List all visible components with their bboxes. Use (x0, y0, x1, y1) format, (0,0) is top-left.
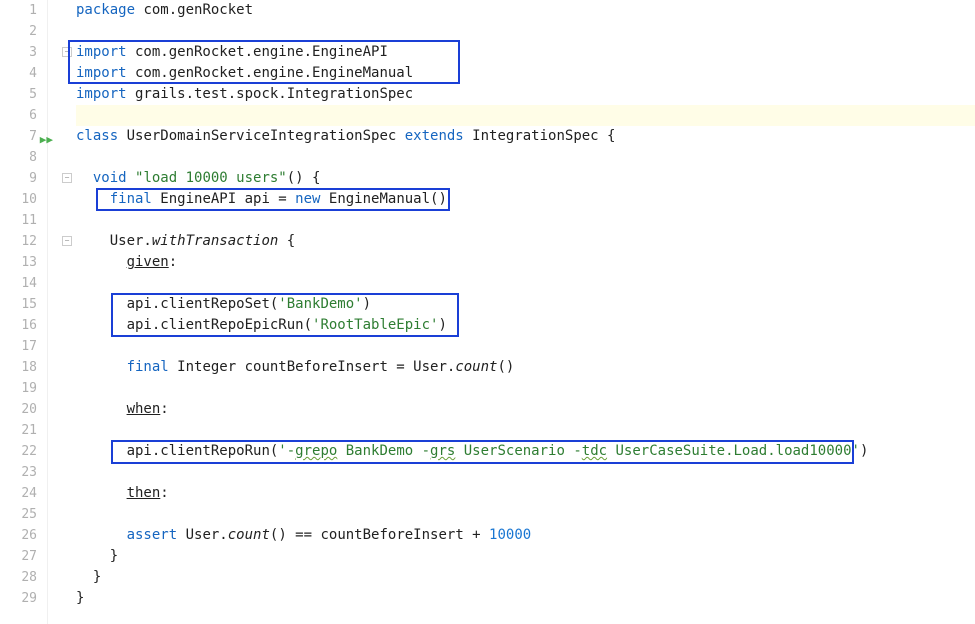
code-line[interactable]: final EngineAPI api = new EngineManual() (76, 189, 975, 210)
line-number: 9 (0, 168, 37, 189)
code-line[interactable] (76, 336, 975, 357)
line-number: 25 (0, 504, 37, 525)
line-number: 2 (0, 21, 37, 42)
line-number: 6 (0, 105, 37, 126)
line-number: 10 (0, 189, 37, 210)
code-line[interactable]: } (76, 546, 975, 567)
code-line[interactable]: − void "load 10000 users"() { (76, 168, 975, 189)
line-number: 20 (0, 399, 37, 420)
code-line[interactable]: − User.withTransaction { (76, 231, 975, 252)
code-line[interactable]: import grails.test.spock.IntegrationSpec (76, 84, 975, 105)
line-number: 23 (0, 462, 37, 483)
line-number: 3 (0, 42, 37, 63)
code-line[interactable]: then: (76, 483, 975, 504)
line-number: 21 (0, 420, 37, 441)
code-line[interactable] (76, 105, 975, 126)
line-number: 27 (0, 546, 37, 567)
line-number: 5 (0, 84, 37, 105)
marker-column (48, 0, 68, 624)
line-number: 14 (0, 273, 37, 294)
line-number: 7▶▶ (0, 126, 37, 147)
code-line[interactable]: −import com.genRocket.engine.EngineAPI (76, 42, 975, 63)
code-line[interactable] (76, 21, 975, 42)
fold-icon[interactable]: − (62, 236, 72, 246)
line-number: 16 (0, 315, 37, 336)
fold-icon[interactable]: − (62, 47, 72, 57)
code-line[interactable]: api.clientRepoSet('BankDemo') (76, 294, 975, 315)
code-line[interactable]: package com.genRocket (76, 0, 975, 21)
line-number: 12 (0, 231, 37, 252)
line-number: 22 (0, 441, 37, 462)
code-line[interactable]: class UserDomainServiceIntegrationSpec e… (76, 126, 975, 147)
code-editor: 1 2 3 4 5 6 7▶▶ 8 9 10 11 12 13 14 15 16… (0, 0, 975, 624)
line-number: 11 (0, 210, 37, 231)
line-number-gutter: 1 2 3 4 5 6 7▶▶ 8 9 10 11 12 13 14 15 16… (0, 0, 48, 624)
line-number: 18 (0, 357, 37, 378)
line-number: 28 (0, 567, 37, 588)
code-line[interactable]: assert User.count() == countBeforeInsert… (76, 525, 975, 546)
code-line[interactable]: when: (76, 399, 975, 420)
line-number: 29 (0, 588, 37, 609)
line-number: 19 (0, 378, 37, 399)
line-number: 1 (0, 0, 37, 21)
code-line[interactable] (76, 378, 975, 399)
line-number: 17 (0, 336, 37, 357)
code-line[interactable]: } (76, 588, 975, 609)
code-line[interactable] (76, 210, 975, 231)
line-number: 13 (0, 252, 37, 273)
code-line[interactable] (76, 273, 975, 294)
code-line[interactable] (76, 420, 975, 441)
fold-icon[interactable]: − (62, 173, 72, 183)
code-line[interactable]: } (76, 567, 975, 588)
code-line[interactable]: final Integer countBeforeInsert = User.c… (76, 357, 975, 378)
code-line[interactable]: given: (76, 252, 975, 273)
code-line[interactable]: api.clientRepoRun('-grepo BankDemo -grs … (76, 441, 975, 462)
code-content[interactable]: package com.genRocket −import com.genRoc… (68, 0, 975, 624)
line-number: 4 (0, 63, 37, 84)
code-line[interactable] (76, 504, 975, 525)
line-number: 8 (0, 147, 37, 168)
line-number: 15 (0, 294, 37, 315)
code-line[interactable] (76, 462, 975, 483)
code-line[interactable]: import com.genRocket.engine.EngineManual (76, 63, 975, 84)
line-number: 26 (0, 525, 37, 546)
line-number: 24 (0, 483, 37, 504)
code-line[interactable]: api.clientRepoEpicRun('RootTableEpic') (76, 315, 975, 336)
code-line[interactable] (76, 147, 975, 168)
